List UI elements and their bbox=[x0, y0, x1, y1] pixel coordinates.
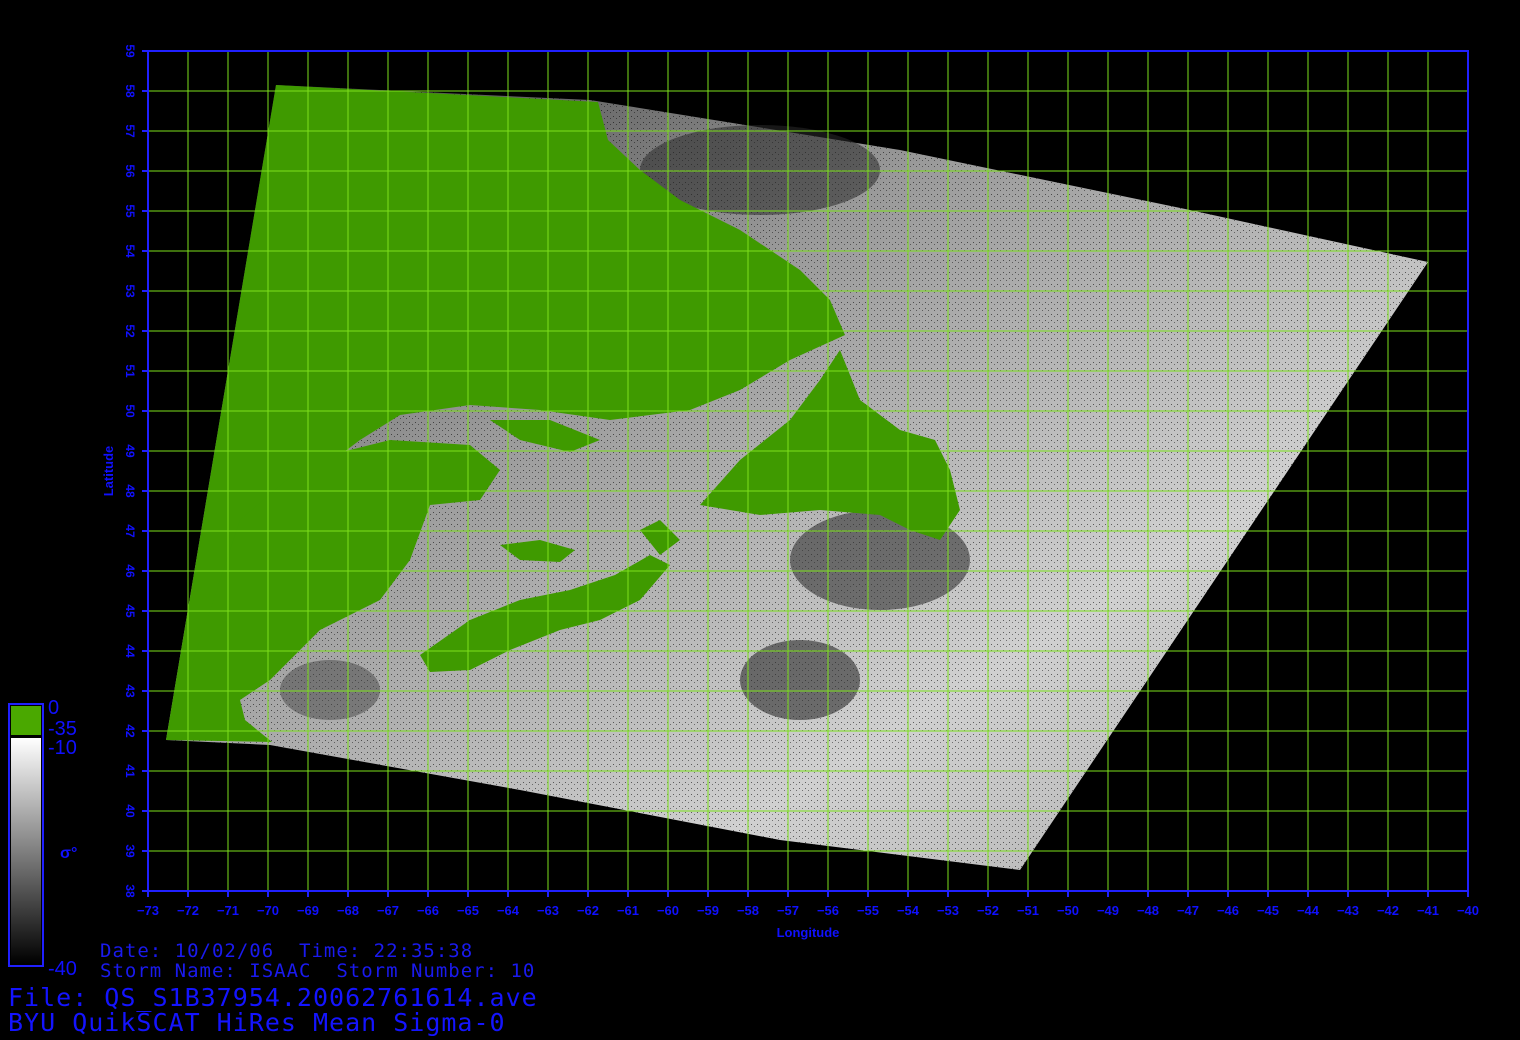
sigma0-map: −73 −72 −71 −70 −69 −68 −67 −66 −65 −64 −63 −62 −61 −… bbox=[8, 44, 1479, 980]
lon-tick-label: −45 bbox=[1257, 903, 1279, 918]
lat-tick-label: 40 bbox=[123, 804, 137, 818]
colorbar-land-swatch bbox=[11, 706, 41, 735]
lat-tick-label: 42 bbox=[123, 724, 137, 738]
lon-tick-label: −70 bbox=[257, 903, 279, 918]
product-title-text: BYU QuikSCAT HiRes Mean Sigma-0 bbox=[8, 1008, 506, 1037]
lat-tick-label: 38 bbox=[123, 884, 137, 898]
lon-tick-label: −68 bbox=[337, 903, 359, 918]
lat-tick-label: 48 bbox=[123, 484, 137, 498]
lon-tick-label: −56 bbox=[817, 903, 839, 918]
lon-tick-label: −42 bbox=[1377, 903, 1399, 918]
x-axis-label: Longitude bbox=[777, 925, 840, 940]
colorbar: 0 -35 -10 -40 σ° bbox=[8, 697, 77, 980]
lat-tick-label: 53 bbox=[123, 284, 137, 298]
lon-tick-label: −49 bbox=[1097, 903, 1119, 918]
lon-tick-label: −54 bbox=[897, 903, 920, 918]
lon-tick-label: −58 bbox=[737, 903, 759, 918]
lat-tick-label: 58 bbox=[123, 84, 137, 98]
lat-tick-label: 57 bbox=[123, 124, 137, 138]
lat-tick-label: 51 bbox=[123, 364, 137, 378]
lon-tick-label: −47 bbox=[1177, 903, 1199, 918]
lon-tick-label: −67 bbox=[377, 903, 399, 918]
lat-tick-label: 54 bbox=[123, 244, 137, 258]
lon-tick-label: −48 bbox=[1137, 903, 1159, 918]
lon-tick-label: −52 bbox=[977, 903, 999, 918]
lon-tick-label: −69 bbox=[297, 903, 319, 918]
lon-tick-label: −62 bbox=[577, 903, 599, 918]
lon-tick-label: −71 bbox=[217, 903, 239, 918]
longitude-ticks: −73 −72 −71 −70 −69 −68 −67 −66 −65 −64 −63 −62 −61 −… bbox=[137, 891, 1479, 918]
lat-tick-label: 59 bbox=[123, 44, 137, 58]
lat-tick-label: 44 bbox=[123, 644, 137, 658]
lon-tick-label: −57 bbox=[777, 903, 799, 918]
lon-tick-label: −55 bbox=[857, 903, 879, 918]
storm-info-text: Storm Name: ISAAC Storm Number: 10 bbox=[100, 960, 536, 982]
lon-tick-label: −66 bbox=[417, 903, 439, 918]
lon-tick-label: −65 bbox=[457, 903, 479, 918]
lat-tick-label: 49 bbox=[123, 444, 137, 458]
lon-tick-label: −43 bbox=[1337, 903, 1359, 918]
lon-tick-label: −41 bbox=[1417, 903, 1439, 918]
lat-tick-label: 47 bbox=[123, 524, 137, 538]
colorbar-ocean-gradient bbox=[11, 738, 41, 964]
lon-tick-label: −73 bbox=[137, 903, 159, 918]
lon-tick-label: −59 bbox=[697, 903, 719, 918]
lat-tick-label: 52 bbox=[123, 324, 137, 338]
lon-tick-label: −60 bbox=[657, 903, 679, 918]
lat-tick-label: 45 bbox=[123, 604, 137, 618]
colorbar-sigma-label: σ° bbox=[60, 845, 77, 862]
lat-tick-label: 55 bbox=[123, 204, 137, 218]
lon-tick-label: −72 bbox=[177, 903, 199, 918]
y-axis-label: Latitude bbox=[101, 446, 116, 497]
lon-tick-label: −40 bbox=[1457, 903, 1479, 918]
lon-tick-label: −51 bbox=[1017, 903, 1039, 918]
colorbar-label-neg10: -10 bbox=[48, 737, 77, 759]
lon-tick-label: −61 bbox=[617, 903, 639, 918]
lat-tick-label: 56 bbox=[123, 164, 137, 178]
lon-tick-label: −53 bbox=[937, 903, 959, 918]
lon-tick-label: −63 bbox=[537, 903, 559, 918]
lat-tick-label: 39 bbox=[123, 844, 137, 858]
latitude-ticks: 38 39 40 41 42 43 44 45 46 47 48 49 50 51 52 53 54 55 56 57… bbox=[123, 44, 148, 898]
lon-tick-label: −46 bbox=[1217, 903, 1239, 918]
lon-tick-label: −64 bbox=[497, 903, 520, 918]
lat-tick-label: 46 bbox=[123, 564, 137, 578]
lat-tick-label: 43 bbox=[123, 684, 137, 698]
lon-tick-label: −50 bbox=[1057, 903, 1079, 918]
lat-tick-label: 50 bbox=[123, 404, 137, 418]
lat-tick-label: 41 bbox=[123, 764, 137, 778]
lon-tick-label: −44 bbox=[1297, 903, 1320, 918]
colorbar-label-0: 0 bbox=[48, 697, 59, 719]
date-time-text: Date: 10/02/06 Time: 22:35:38 bbox=[100, 940, 474, 962]
colorbar-label-neg40: -40 bbox=[48, 958, 77, 980]
